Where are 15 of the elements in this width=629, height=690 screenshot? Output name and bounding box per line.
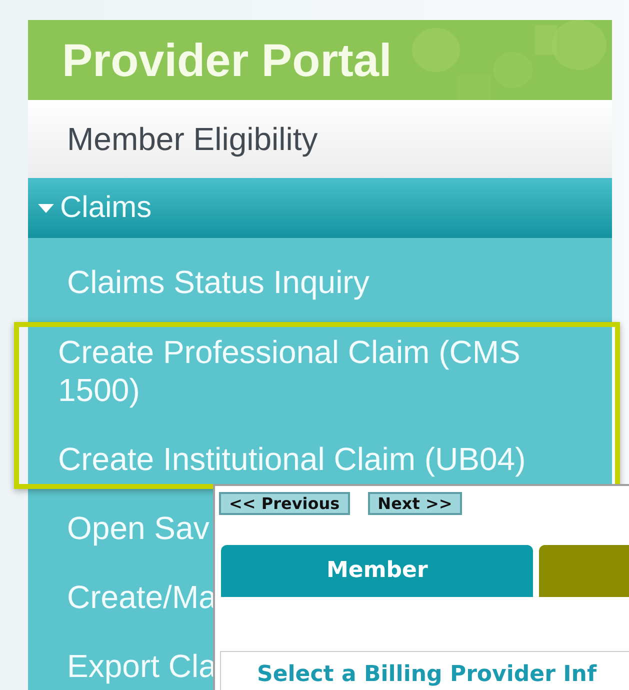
submenu-item[interactable]: Claims Status Inquiry bbox=[28, 248, 370, 317]
menu-group-header[interactable]: Claims bbox=[28, 178, 612, 238]
submenu-item[interactable]: Create Institutional Claim (UB04) bbox=[28, 425, 556, 484]
form-tab[interactable] bbox=[539, 545, 629, 597]
submenu-item[interactable]: Open Sav bbox=[28, 494, 210, 563]
submenu-item[interactable]: Create/Ma bbox=[28, 563, 216, 632]
form-tab[interactable]: Member bbox=[221, 545, 534, 597]
section-title: Select a Billing Provider Inf bbox=[257, 662, 597, 687]
submenu-item[interactable]: Create Professional Claim (CMS 1500) bbox=[28, 327, 612, 425]
nav-button[interactable]: << Previous bbox=[219, 492, 350, 515]
menu-item[interactable]: Member Eligibility bbox=[28, 100, 612, 178]
nav-button[interactable]: Next >> bbox=[368, 492, 462, 515]
menu-group-label: Claims bbox=[60, 191, 152, 225]
portal-title: Provider Portal bbox=[62, 33, 392, 87]
caret-icon bbox=[38, 204, 54, 212]
